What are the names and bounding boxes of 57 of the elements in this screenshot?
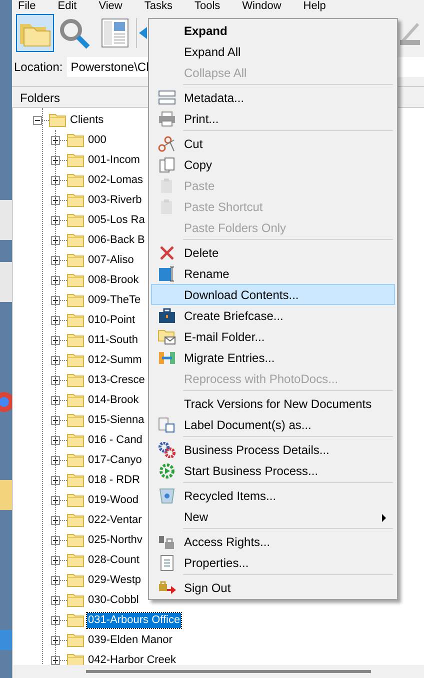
tree-item[interactable]: 001-Incom — [87, 152, 141, 168]
tree-item[interactable]: 010-Point — [87, 312, 136, 328]
menu-item[interactable]: Business Process Details... — [151, 439, 395, 460]
menu-item[interactable]: Label Document(s) as... — [151, 414, 395, 435]
tree-item[interactable]: 029-Westp — [87, 572, 142, 588]
menu-item[interactable]: Edit — [58, 0, 77, 12]
menu-item[interactable]: Download Contents... — [151, 284, 395, 305]
tree-item[interactable]: 015-Sienna — [87, 412, 146, 428]
tree-item[interactable]: 006-Back B — [87, 232, 146, 248]
menu-item[interactable]: Access Rights... — [151, 531, 395, 552]
menu-item[interactable]: Recycled Items... — [151, 485, 395, 506]
tree-item[interactable]: 016 - Cand — [87, 432, 144, 448]
menu-item[interactable]: File — [18, 0, 36, 12]
menu-item[interactable]: Window — [242, 0, 282, 12]
menu-item[interactable]: Expand — [151, 20, 395, 41]
tree-item[interactable]: 013-Cresce — [87, 372, 146, 388]
menu-item[interactable]: Create Briefcase... — [151, 305, 395, 326]
tree-item[interactable]: 017-Canyo — [87, 452, 143, 468]
menu-item[interactable]: View — [98, 0, 122, 12]
tree-item[interactable]: 011-South — [87, 332, 139, 348]
menu-item[interactable]: Start Business Process... — [151, 460, 395, 481]
tree-item[interactable]: 018 - RDR — [87, 472, 141, 488]
tree-item[interactable]: 000 — [87, 132, 108, 148]
tree-item[interactable]: 022-Ventar — [87, 512, 143, 528]
tree-item[interactable]: 042-Harbor Creek — [87, 652, 178, 668]
tree-item[interactable]: 009-TheTe — [87, 292, 142, 308]
tree-item[interactable]: 005-Los Ra — [87, 212, 146, 228]
menu-item[interactable]: Help — [303, 0, 326, 12]
tree-item[interactable]: 030-Cobbl — [87, 592, 140, 608]
tree-item[interactable]: 019-Wood — [87, 492, 140, 508]
menu-item[interactable]: Tasks — [144, 0, 172, 12]
menu-item[interactable]: Print... — [151, 108, 395, 129]
tree-item[interactable]: 008-Brook — [87, 272, 140, 288]
menu-item[interactable]: New — [151, 506, 395, 527]
tree-item[interactable]: 003-Riverb — [87, 192, 143, 208]
menu-item[interactable]: Properties... — [151, 552, 395, 573]
menu-item[interactable]: Migrate Entries... — [151, 347, 395, 368]
tree-item[interactable]: 031-Arbours Office — [87, 612, 182, 628]
menu-item[interactable]: Sign Out — [151, 577, 395, 598]
menu-item[interactable]: Delete — [151, 242, 395, 263]
menu-item[interactable]: Metadata... — [151, 87, 395, 108]
tree-item[interactable]: 007-Aliso — [87, 252, 135, 268]
tree-item[interactable]: 012-Summ — [87, 352, 143, 368]
tree-item[interactable]: Clients — [69, 112, 105, 128]
location-label: Location: — [14, 59, 63, 76]
menu-item[interactable]: Cut — [151, 133, 395, 154]
tree-item[interactable]: 025-Northv — [87, 532, 144, 548]
menu-item[interactable]: Tools — [194, 0, 220, 12]
menu-item[interactable]: E-mail Folder... — [151, 326, 395, 347]
menu-item[interactable]: Copy — [151, 154, 395, 175]
tree-item[interactable]: 002-Lomas — [87, 172, 144, 188]
tree-item[interactable]: 014-Brook — [87, 392, 140, 408]
menu-item[interactable]: Expand All — [151, 41, 395, 62]
menu-item[interactable]: Track Versions for New Documents — [151, 393, 395, 414]
tree-item[interactable]: 028-Count — [87, 552, 140, 568]
tree-item[interactable]: 039-Elden Manor — [87, 632, 174, 648]
menu-item[interactable]: Rename — [151, 263, 395, 284]
